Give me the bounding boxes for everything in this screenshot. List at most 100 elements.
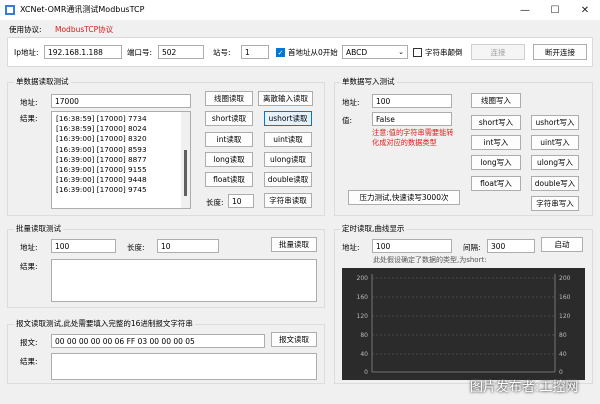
- coil-write-button[interactable]: 线圈写入: [471, 93, 521, 108]
- ulong-write-button[interactable]: ulong写入: [531, 155, 579, 170]
- y-tick-left: 120: [357, 313, 369, 320]
- y-tick-left: 160: [357, 294, 369, 301]
- y-tick-left: 80: [360, 332, 368, 339]
- app-icon: [4, 4, 16, 16]
- list-item: [16:39:00] [17000] 8593: [56, 144, 147, 154]
- string-read-button[interactable]: 字符串读取: [264, 193, 312, 208]
- batch-read-result-label: 结果:: [20, 262, 38, 271]
- y-tick-right: 80: [559, 332, 567, 339]
- y-tick-right: 200: [559, 275, 571, 282]
- port-label: 端口号:: [127, 48, 153, 57]
- ushort-write-button[interactable]: ushort写入: [531, 115, 579, 130]
- uint-read-button[interactable]: uint读取: [264, 132, 312, 147]
- message-result-label: 结果:: [20, 357, 38, 366]
- long-read-button[interactable]: long读取: [205, 152, 253, 167]
- single-read-result-label: 结果:: [20, 114, 38, 123]
- protocol-label: 使用协议:: [9, 25, 42, 34]
- single-write-value-input[interactable]: False: [372, 112, 452, 126]
- single-write-title: 单数据写入测试: [340, 77, 397, 87]
- message-result-box[interactable]: [51, 353, 317, 380]
- write-note: 注意:值的字符串需要能转化成对应的数据类型: [372, 128, 454, 147]
- byte-order-value: ABCD: [346, 48, 368, 57]
- result-scrollbar[interactable]: [181, 112, 190, 208]
- ip-label: Ip地址:: [14, 48, 39, 57]
- string-reverse-checkbox[interactable]: [413, 48, 422, 57]
- short-write-button[interactable]: short写入: [471, 115, 521, 130]
- float-write-button[interactable]: float写入: [471, 176, 521, 191]
- short-read-button[interactable]: short读取: [205, 111, 253, 126]
- batch-read-length-input[interactable]: 10: [157, 239, 219, 253]
- single-read-title: 单数据读取测试: [14, 77, 71, 87]
- protocol-value: ModbusTCP协议: [55, 25, 114, 34]
- start-button[interactable]: 启动: [541, 237, 583, 252]
- batch-read-button[interactable]: 批量读取: [271, 237, 317, 252]
- ushort-read-button[interactable]: ushort读取: [264, 111, 312, 126]
- list-item: [16:39:00] [17000] 9745: [56, 185, 147, 195]
- string-write-button[interactable]: 字符串写入: [531, 196, 579, 211]
- connect-button[interactable]: 连接: [471, 44, 525, 60]
- uint-write-button[interactable]: uint写入: [531, 135, 579, 150]
- message-read-button[interactable]: 报文读取: [271, 332, 317, 347]
- list-item: [16:38:59] [17000] 7734: [56, 114, 147, 123]
- disconnect-button[interactable]: 断开连接: [533, 44, 587, 60]
- message-read-title: 报文读取测试,此处需要填入完整的16进制报文字符串: [14, 319, 195, 329]
- y-tick-right: 120: [559, 313, 571, 320]
- single-read-address-input[interactable]: 17000: [51, 94, 191, 108]
- length-label: 长度:: [206, 198, 224, 207]
- double-read-button[interactable]: double读取: [264, 172, 312, 187]
- length-input[interactable]: 10: [228, 194, 254, 208]
- stress-test-button[interactable]: 压力测试,快速读写3000次: [348, 190, 460, 205]
- ulong-read-button[interactable]: ulong读取: [264, 152, 312, 167]
- station-input[interactable]: 1: [241, 45, 269, 59]
- list-item: [16:39:00] [17000] 9155: [56, 165, 147, 175]
- long-write-button[interactable]: long写入: [471, 155, 521, 170]
- interval-label: 间隔:: [463, 243, 481, 252]
- scrollbar-thumb[interactable]: [184, 150, 187, 196]
- maximize-button[interactable]: ☐: [540, 0, 570, 20]
- single-write-value-label: 值:: [342, 116, 353, 125]
- list-item: [16:39:00] [17000] 9448: [56, 175, 147, 185]
- title-bar: XCNet-OMR通讯测试ModbusTCP — ☐ ✕: [0, 0, 600, 20]
- single-read-address-label: 地址:: [20, 98, 38, 107]
- single-write-address-label: 地址:: [342, 98, 360, 107]
- station-label: 站号:: [213, 48, 231, 57]
- message-label: 报文:: [20, 338, 38, 347]
- coil-read-button[interactable]: 线圈读取: [205, 91, 253, 106]
- double-write-button[interactable]: double写入: [531, 176, 579, 191]
- curve-chart-svg: 200 160 120 80 40 0 200 160 120 80 40 0: [357, 274, 571, 376]
- y-tick-left: 0: [364, 369, 368, 376]
- discrete-read-button[interactable]: 离散输入读取: [258, 91, 313, 106]
- batch-read-address-input[interactable]: 100: [51, 239, 116, 253]
- single-write-address-input[interactable]: 100: [372, 94, 452, 108]
- batch-read-length-label: 长度:: [127, 243, 145, 252]
- y-tick-left: 40: [360, 351, 368, 358]
- y-tick-right: 0: [559, 369, 563, 376]
- addr-from-zero-label: 首地址从0开始: [288, 48, 338, 57]
- float-read-button[interactable]: float读取: [205, 172, 253, 187]
- timed-read-address-input[interactable]: 100: [372, 239, 452, 253]
- message-input[interactable]: 00 00 00 00 00 06 FF 03 00 00 00 05: [51, 334, 265, 348]
- timed-read-hint: 此处假设确定了数据的类型,为short:: [373, 256, 487, 264]
- list-item: [16:39:00] [17000] 8320: [56, 134, 147, 144]
- single-read-result-list[interactable]: [16:38:59] [17000] 7734 [16:38:59] [1700…: [51, 111, 191, 209]
- window-title: XCNet-OMR通讯测试ModbusTCP: [20, 5, 145, 14]
- int-read-button[interactable]: int读取: [205, 132, 253, 147]
- byte-order-select[interactable]: ABCD ⌄: [342, 45, 408, 59]
- list-item: [16:39:00] [17000] 8877: [56, 154, 147, 164]
- minimize-button[interactable]: —: [510, 0, 540, 20]
- port-input[interactable]: 502: [158, 45, 204, 59]
- addr-from-zero-checkbox[interactable]: ✓: [276, 48, 285, 57]
- batch-read-address-label: 地址:: [20, 243, 38, 252]
- y-tick-right: 40: [559, 351, 567, 358]
- ip-input[interactable]: 192.168.1.188: [44, 45, 122, 59]
- curve-chart: 200 160 120 80 40 0 200 160 120 80 40 0: [342, 268, 585, 380]
- timed-read-title: 定时读取,曲线显示: [340, 224, 407, 234]
- int-write-button[interactable]: int写入: [471, 135, 521, 150]
- list-item: [16:38:59] [17000] 8024: [56, 124, 147, 134]
- y-tick-left: 200: [357, 275, 369, 282]
- batch-read-result-box[interactable]: [51, 259, 317, 302]
- timed-read-address-label: 地址:: [342, 243, 360, 252]
- interval-input[interactable]: 300: [487, 239, 535, 253]
- close-button[interactable]: ✕: [570, 0, 600, 20]
- watermark: 图片发布者:工控网: [470, 380, 579, 395]
